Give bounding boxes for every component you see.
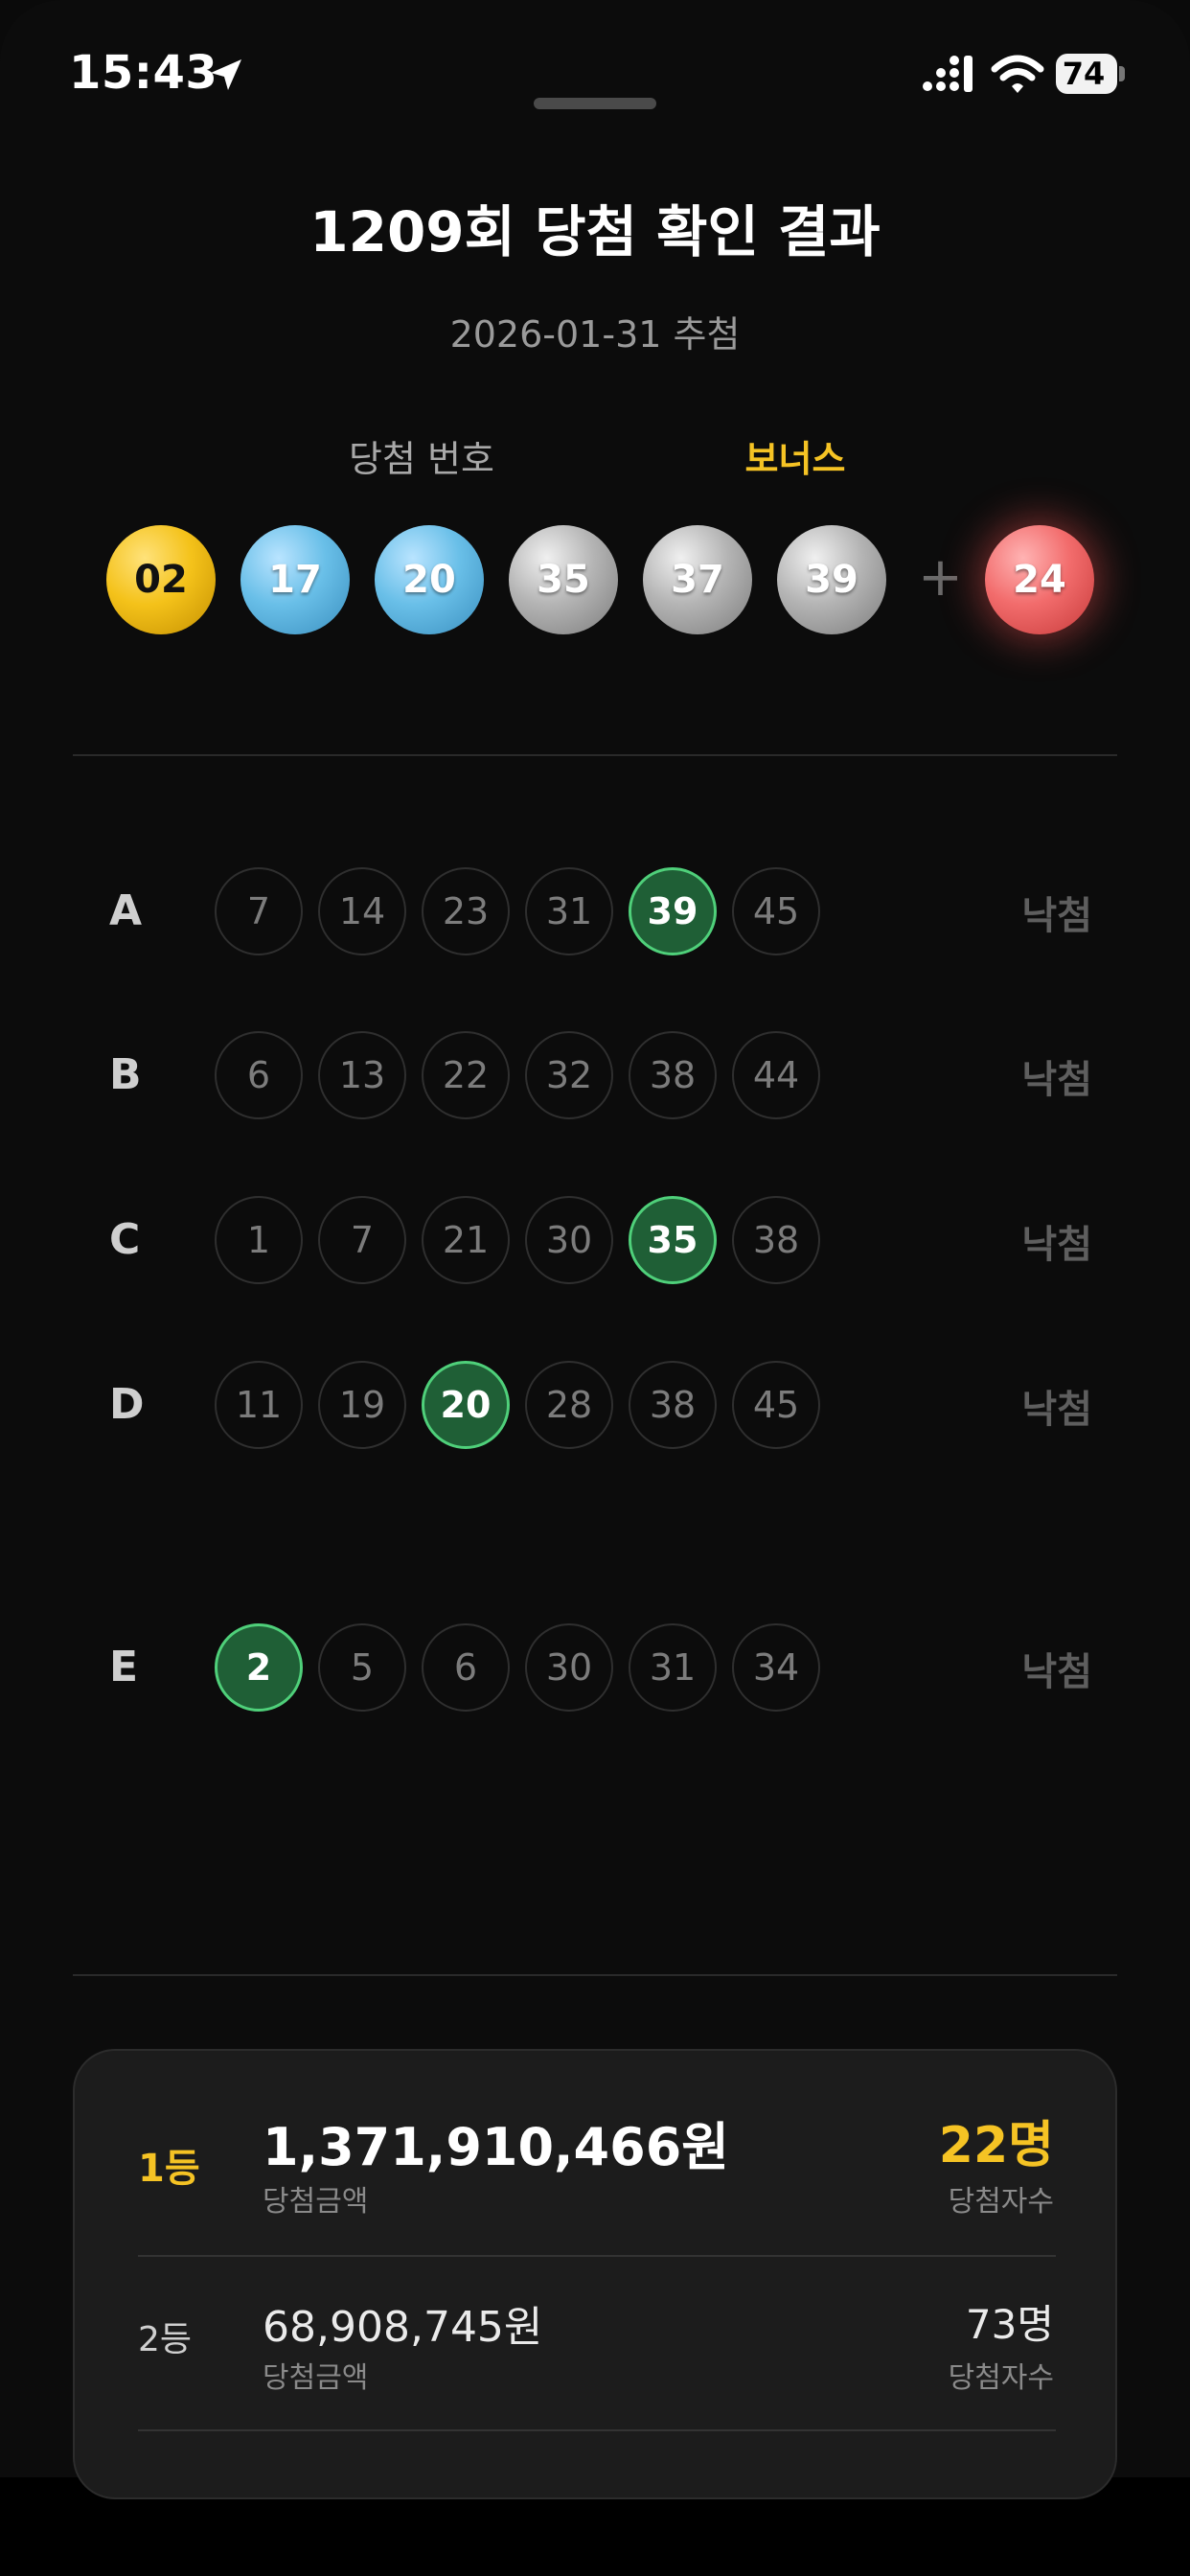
winning-ball: 35 — [509, 525, 618, 634]
card-divider — [138, 2429, 1056, 2431]
prize-amount: 1,371,910,466원 — [263, 2117, 729, 2177]
ticket-number: 19 — [318, 1361, 406, 1449]
row-letter: C — [109, 1215, 141, 1264]
prize-rank: 2등 — [138, 2320, 193, 2359]
row-result: 낙첨 — [1021, 1058, 1092, 1102]
prize-amount: 68,908,745원 — [263, 2303, 543, 2352]
prize-winners-label: 당첨자수 — [948, 2185, 1054, 2219]
ticket-number: 7 — [318, 1196, 406, 1284]
ticket-number: 45 — [732, 867, 820, 955]
sheet-grabber-handle[interactable] — [534, 98, 656, 109]
prize-amount-label: 당첨금액 — [263, 2185, 369, 2219]
row-result: 낙첨 — [1021, 894, 1092, 938]
status-time: 15:43 — [69, 46, 218, 100]
ticket-number: 11 — [215, 1361, 303, 1449]
matched-number: 2 — [215, 1623, 303, 1712]
matched-number: 39 — [629, 867, 717, 955]
ticket-number: 5 — [318, 1623, 406, 1712]
divider — [73, 754, 1117, 756]
prize-amount-label: 당첨금액 — [263, 2361, 369, 2395]
page-title: 1209회 당첨 확인 결과 — [309, 199, 881, 264]
prize-winners: 22명 — [938, 2117, 1054, 2174]
winning-numbers-label: 당첨 번호 — [349, 438, 494, 480]
ticket-number: 1 — [215, 1196, 303, 1284]
status-bar: 15:43 74 — [0, 0, 1190, 153]
ticket-number: 30 — [525, 1623, 613, 1712]
row-letter: A — [109, 886, 143, 935]
screen: 15:43 74 1209회 당첨 확인 결과 2026-01-31 추첨 당첨… — [0, 0, 1190, 2576]
divider — [73, 1974, 1117, 1976]
ticket-number: 32 — [525, 1031, 613, 1119]
ticket-number: 45 — [732, 1361, 820, 1449]
winning-ball: 02 — [106, 525, 216, 634]
ticket-number: 28 — [525, 1361, 613, 1449]
ticket-number: 38 — [732, 1196, 820, 1284]
ticket-number: 7 — [215, 867, 303, 955]
ticket-number: 34 — [732, 1623, 820, 1712]
winning-ball: 20 — [375, 525, 484, 634]
prize-winners-label: 당첨자수 — [948, 2361, 1054, 2395]
signal-icon — [923, 56, 973, 92]
matched-number: 35 — [629, 1196, 717, 1284]
ticket-number: 31 — [525, 867, 613, 955]
row-letter: B — [109, 1050, 142, 1099]
row-result: 낙첨 — [1021, 1223, 1092, 1267]
ticket-number: 13 — [318, 1031, 406, 1119]
bonus-label: 보너스 — [744, 438, 846, 480]
ticket-number: 23 — [422, 867, 510, 955]
draw-date: 2026-01-31 추첨 — [449, 313, 741, 356]
winning-ball: 37 — [643, 525, 752, 634]
row-letter: E — [109, 1643, 139, 1691]
ticket-number: 6 — [422, 1623, 510, 1712]
winning-ball: 39 — [777, 525, 886, 634]
row-result: 낙첨 — [1021, 1388, 1092, 1432]
battery-icon: 74 — [1056, 54, 1125, 94]
plus-sign: + — [918, 546, 963, 609]
row-result: 낙첨 — [1021, 1650, 1092, 1694]
ticket-number: 22 — [422, 1031, 510, 1119]
location-arrow-icon — [211, 59, 241, 90]
ticket-number: 38 — [629, 1031, 717, 1119]
ticket-number: 30 — [525, 1196, 613, 1284]
winning-ball: 17 — [240, 525, 350, 634]
wifi-icon — [991, 55, 1044, 93]
prize-card: 1등 1,371,910,466원 당첨금액 22명 당첨자수 2등 68,90… — [73, 2049, 1117, 2499]
ticket-number: 38 — [629, 1361, 717, 1449]
ticket-number: 44 — [732, 1031, 820, 1119]
ticket-number: 6 — [215, 1031, 303, 1119]
ticket-number: 31 — [629, 1623, 717, 1712]
prize-rank: 1등 — [138, 2147, 200, 2191]
ticket-number: 14 — [318, 867, 406, 955]
bonus-ball: 24 — [985, 525, 1094, 634]
prize-winners: 73명 — [965, 2301, 1054, 2348]
matched-number: 20 — [422, 1361, 510, 1449]
battery-level: 74 — [1062, 56, 1106, 92]
row-letter: D — [109, 1380, 145, 1429]
ticket-number: 21 — [422, 1196, 510, 1284]
card-divider — [138, 2255, 1056, 2257]
